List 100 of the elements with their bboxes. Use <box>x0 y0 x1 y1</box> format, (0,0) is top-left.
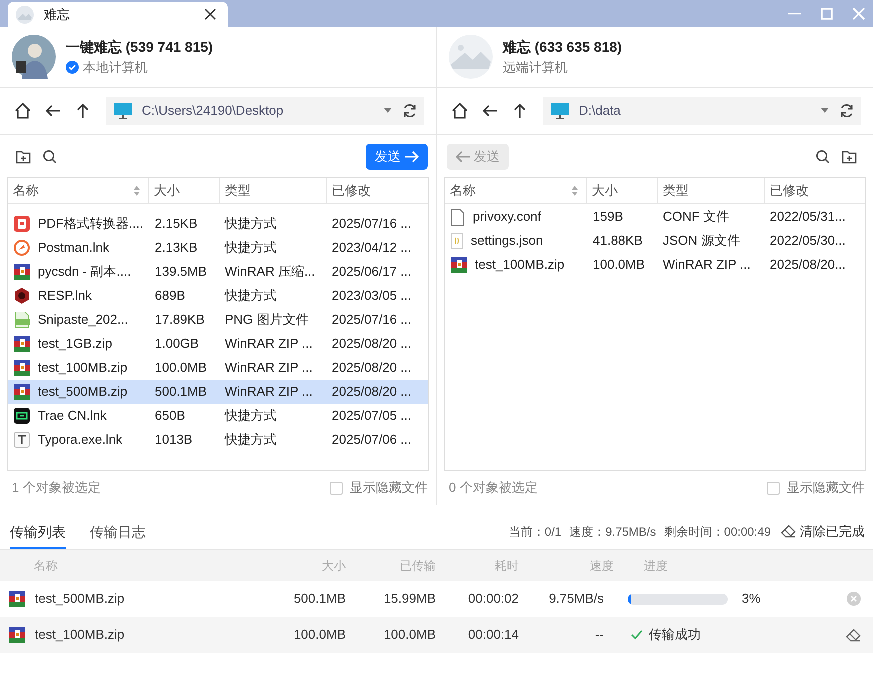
column-header[interactable]: 类型 <box>658 178 765 203</box>
file-icon <box>451 208 465 226</box>
column-header: 名称 <box>34 558 58 572</box>
home-icon[interactable] <box>14 102 32 120</box>
code-file-icon <box>451 233 463 249</box>
machine-label: 远端计算机 <box>503 58 568 77</box>
close-icon[interactable] <box>205 9 216 20</box>
user-name: 一键难忘 (539 741 815) <box>66 38 214 57</box>
search-icon[interactable] <box>816 150 830 164</box>
file-row[interactable]: test_1GB.zip 1.00GB WinRAR ZIP ... 2025/08/20 ... <box>8 332 428 356</box>
file-size: 2.13KB <box>155 240 198 256</box>
file-type: WinRAR 压缩... <box>225 264 316 280</box>
avatar-icon <box>449 35 493 79</box>
file-name: pycsdn - 副本.... <box>38 263 132 282</box>
new-folder-icon[interactable] <box>16 150 31 164</box>
file-row[interactable]: RESP.lnk 689B 快捷方式 2023/03/05 ... <box>8 284 428 308</box>
file-size: 100.0MB <box>593 257 646 272</box>
archive-icon <box>14 336 30 352</box>
new-folder-icon[interactable] <box>842 150 857 164</box>
transfer-tab[interactable]: 传输日志 <box>90 518 146 549</box>
file-row[interactable]: Postman.lnk 2.13KB 快捷方式 2023/04/12 ... <box>8 236 428 260</box>
file-name: test_500MB.zip <box>35 590 125 608</box>
file-row[interactable]: PDF格式转换器.... 2.15KB 快捷方式 2025/07/16 ... <box>8 212 428 236</box>
file-type: 快捷方式 <box>225 408 277 424</box>
file-modified: 2025/08/20... <box>770 257 846 272</box>
monitor-icon <box>551 103 569 119</box>
file-size: 650B <box>155 408 186 424</box>
letter-tile-icon <box>14 432 30 448</box>
transfer-stat: 剩余时间：00:00:49 <box>664 524 771 540</box>
file-type: WinRAR ZIP ... <box>225 336 313 352</box>
file-name: test_500MB.zip <box>38 383 128 402</box>
file-size: 500.1MB <box>155 384 208 400</box>
file-name: privoxy.conf <box>473 208 542 226</box>
tab-title: 难忘 <box>44 6 71 24</box>
file-modified: 2023/04/12 ... <box>332 240 412 256</box>
elapsed-time: 00:00:14 <box>468 627 519 642</box>
file-row[interactable]: privoxy.conf 159B CONF 文件 2022/05/31... <box>445 205 865 229</box>
progress-percent: 3% <box>742 590 761 608</box>
transferred-size: 100.0MB <box>384 627 436 642</box>
document-app-icon <box>14 216 30 232</box>
column-header[interactable]: 已修改 <box>765 178 865 203</box>
elapsed-time: 00:00:02 <box>468 591 519 606</box>
file-type: 快捷方式 <box>225 240 277 256</box>
file-type: 快捷方式 <box>225 288 277 304</box>
file-modified: 2023/03/05 ... <box>332 288 412 304</box>
archive-icon <box>14 264 30 280</box>
file-row[interactable]: test_100MB.zip 100.0MB WinRAR ZIP ... 2025/08/20... <box>445 253 865 277</box>
caret-icon[interactable] <box>821 108 829 114</box>
file-type: CONF 文件 <box>663 209 730 224</box>
file-row[interactable]: pycsdn - 副本.... 139.5MB WinRAR 压缩... 2025/06/17 ... <box>8 260 428 284</box>
archive-icon <box>14 384 30 400</box>
search-icon[interactable] <box>43 150 57 164</box>
home-icon[interactable] <box>451 102 469 120</box>
file-size: 17.89KB <box>155 312 205 328</box>
archive-icon <box>9 591 25 607</box>
show-hidden-checkbox[interactable]: 显示隐藏文件 <box>767 478 865 498</box>
send-button[interactable]: 发送 <box>366 144 428 170</box>
circle-badge-icon <box>14 240 30 256</box>
hexagon-icon <box>14 288 30 304</box>
caret-icon[interactable] <box>384 108 392 114</box>
transfer-row[interactable]: test_100MB.zip 100.0MB 100.0MB 00:00:14 -- 传输成功 <box>0 617 873 653</box>
column-header: 已传输 <box>400 558 436 572</box>
monitor-icon <box>114 103 132 119</box>
file-modified: 2025/07/16 ... <box>332 312 412 328</box>
image-file-icon <box>14 312 30 328</box>
file-name: Snipaste_202... <box>38 311 128 330</box>
file-row[interactable]: settings.json 41.88KB JSON 源文件 2022/05/30... <box>445 229 865 253</box>
file-row[interactable]: Typora.exe.lnk 1013B 快捷方式 2025/07/06 ... <box>8 428 428 452</box>
file-modified: 2025/07/06 ... <box>332 432 412 448</box>
clear-completed-button[interactable]: 清除已完成 <box>781 522 865 542</box>
transfer-speed: -- <box>595 627 604 642</box>
column-header[interactable]: 大小 <box>587 178 658 203</box>
file-row[interactable]: Trae CN.lnk 650B 快捷方式 2025/07/05 ... <box>8 404 428 428</box>
column-header[interactable]: 已修改 <box>327 178 428 203</box>
file-size: 41.88KB <box>593 233 643 248</box>
eraser-icon[interactable] <box>846 628 861 642</box>
file-name: Postman.lnk <box>38 239 110 258</box>
path-field[interactable]: C:\Users\24190\Desktop <box>106 97 424 125</box>
path-field[interactable]: D:\data <box>543 97 861 125</box>
file-size: 500.1MB <box>294 591 346 606</box>
archive-icon <box>9 627 25 643</box>
path-text: D:\data <box>579 102 622 120</box>
refresh-icon[interactable] <box>839 103 855 119</box>
window-tab[interactable]: 难忘 <box>8 2 228 27</box>
refresh-icon[interactable] <box>402 103 418 119</box>
user-name: 难忘 (633 635 818) <box>503 38 622 57</box>
selection-count: 0 个对象被选定 <box>449 479 538 498</box>
column-header[interactable]: 类型 <box>220 178 327 203</box>
file-name: test_1GB.zip <box>38 335 112 354</box>
archive-icon <box>451 257 467 273</box>
column-header[interactable]: 大小 <box>149 178 220 203</box>
path-text: C:\Users\24190\Desktop <box>142 102 285 120</box>
show-hidden-checkbox[interactable]: 显示隐藏文件 <box>330 478 428 498</box>
file-row[interactable]: test_500MB.zip 500.1MB WinRAR ZIP ... 2025/08/20 ... <box>8 380 428 404</box>
file-row[interactable]: test_100MB.zip 100.0MB WinRAR ZIP ... 2025/08/20 ... <box>8 356 428 380</box>
file-size: 1.00GB <box>155 336 200 352</box>
column-header[interactable]: 名称 <box>445 178 587 203</box>
column-header[interactable]: 名称 <box>8 178 149 203</box>
right-arrow-icon <box>405 151 419 163</box>
file-row[interactable]: Snipaste_202... 17.89KB PNG 图片文件 2025/07/16 ... <box>8 308 428 332</box>
